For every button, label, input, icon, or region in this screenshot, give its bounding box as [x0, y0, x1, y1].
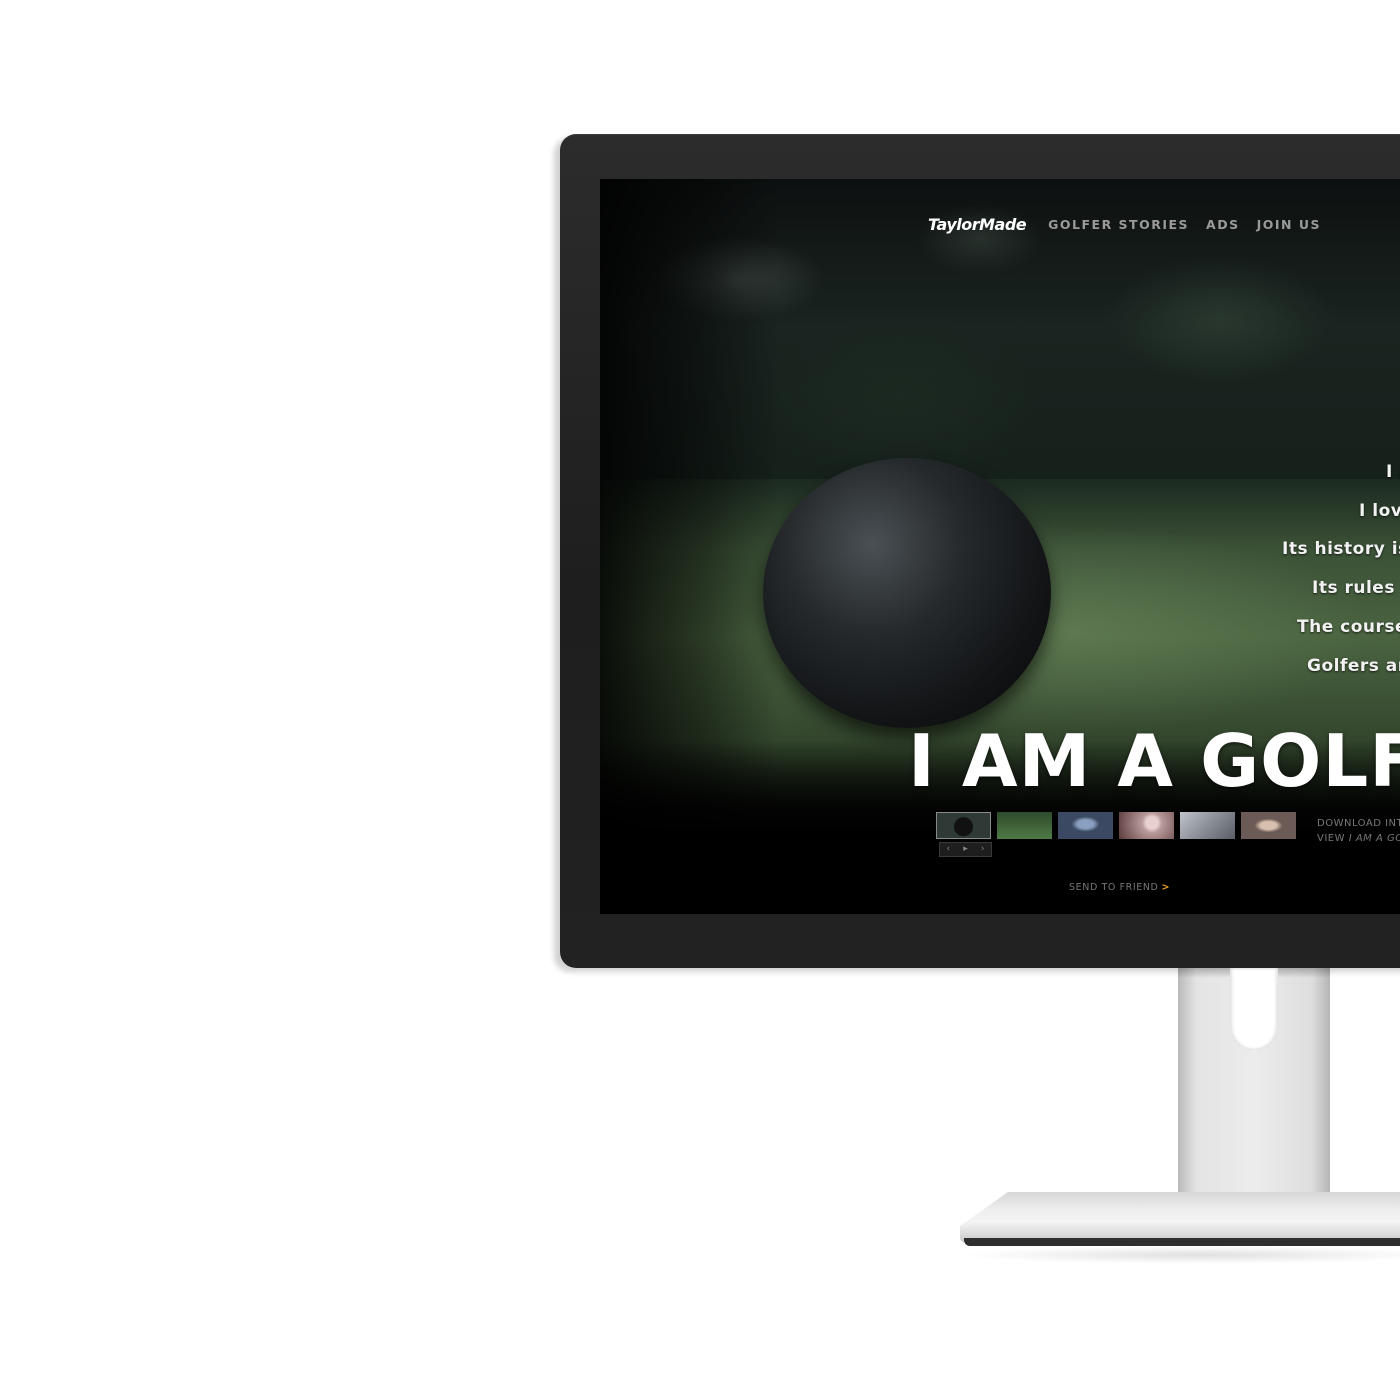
video-thumbnail-5[interactable]: [1180, 812, 1235, 839]
top-nav: TaylorMade GOLFER STORIES ADS JOIN US: [928, 209, 1338, 239]
video-thumbnail-6[interactable]: [1241, 812, 1296, 839]
view-link-prefix: VIEW: [1317, 833, 1349, 844]
poem-line-3: Its history is: [1282, 539, 1400, 559]
prev-arrow-icon[interactable]: ‹: [947, 845, 951, 854]
floor-shadow: [960, 1246, 1400, 1264]
next-arrow-icon[interactable]: ›: [981, 845, 985, 854]
headline: I AM A GOLF: [908, 719, 1400, 803]
thumbnail-controls: ‹ ▸ ›: [939, 842, 992, 857]
send-to-friend-link[interactable]: SEND TO FRIEND >: [1069, 882, 1170, 893]
stand-cable-slot: [1230, 968, 1278, 1050]
poem-line-4: Its rules a: [1312, 578, 1400, 598]
website-screen: TaylorMade GOLFER STORIES ADS JOIN US I …: [600, 179, 1400, 914]
poem-line-1: I a: [1386, 462, 1400, 482]
view-link[interactable]: VIEW I AM A GO: [1317, 831, 1400, 846]
view-link-title: I AM A GO: [1348, 833, 1400, 844]
nav-golfer-stories[interactable]: GOLFER STORIES: [1048, 217, 1189, 232]
poem-line-5: The course: [1297, 617, 1400, 637]
chevron-right-icon: >: [1161, 882, 1171, 893]
side-links: DOWNLOAD INT VIEW I AM A GO: [1317, 816, 1400, 846]
video-thumbnail-3[interactable]: [1058, 812, 1113, 839]
monitor-stand-base: [960, 1192, 1400, 1242]
send-to-friend-label: SEND TO FRIEND: [1069, 882, 1159, 893]
nav-join-us[interactable]: JOIN US: [1257, 217, 1321, 232]
play-icon[interactable]: ▸: [963, 845, 968, 854]
stand-base-edge: [964, 1238, 1400, 1246]
nav-ads[interactable]: ADS: [1206, 217, 1240, 232]
taylormade-logo[interactable]: TaylorMade: [928, 215, 1027, 234]
download-link[interactable]: DOWNLOAD INT: [1317, 816, 1400, 831]
video-thumbnail-4[interactable]: [1119, 812, 1174, 839]
video-thumbnail-1[interactable]: [936, 812, 991, 839]
golf-ball-image: [763, 458, 1051, 728]
poem-line-2: I love: [1359, 501, 1400, 521]
video-thumbnail-2[interactable]: [997, 812, 1052, 839]
poem-line-6: Golfers are: [1307, 656, 1400, 676]
